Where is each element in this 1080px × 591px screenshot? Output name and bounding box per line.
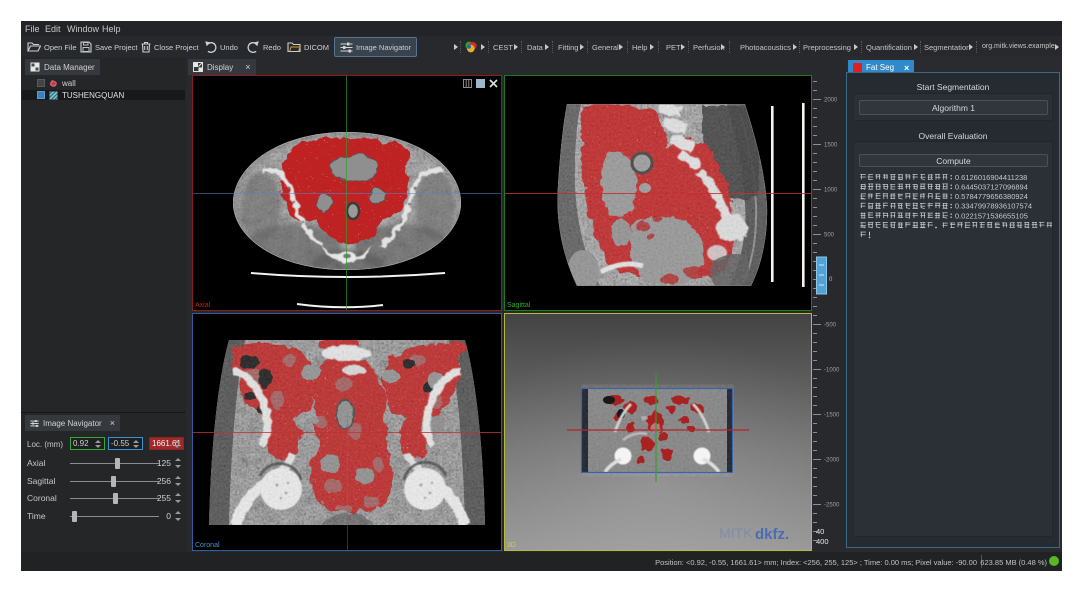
svg-text:2000: 2000	[824, 98, 838, 104]
svg-text:500: 500	[824, 233, 835, 239]
svg-text:0.0221571536655105: 0.0221571536655105	[955, 211, 1028, 220]
svg-text:0.33479978936107574: 0.33479978936107574	[955, 202, 1032, 211]
svg-text:0.5784779656380924: 0.5784779656380924	[955, 192, 1028, 201]
svg-text:-500: -500	[824, 323, 837, 329]
svg-text:-2000: -2000	[824, 458, 840, 464]
svg-text:1500: 1500	[824, 143, 838, 149]
svg-text:-2500: -2500	[824, 503, 840, 509]
svg-text:0.6126016904411238: 0.6126016904411238	[955, 173, 1027, 182]
svg-text:MITK: MITK	[719, 525, 753, 541]
svg-text:1000: 1000	[824, 188, 838, 194]
svg-text:dkfz.: dkfz.	[755, 526, 789, 543]
svg-text:0.6445037127096894: 0.6445037127096894	[955, 183, 1028, 192]
svg-text:0: 0	[829, 277, 833, 283]
svg-text:-1500: -1500	[824, 413, 840, 419]
svg-text:-1000: -1000	[824, 368, 840, 374]
